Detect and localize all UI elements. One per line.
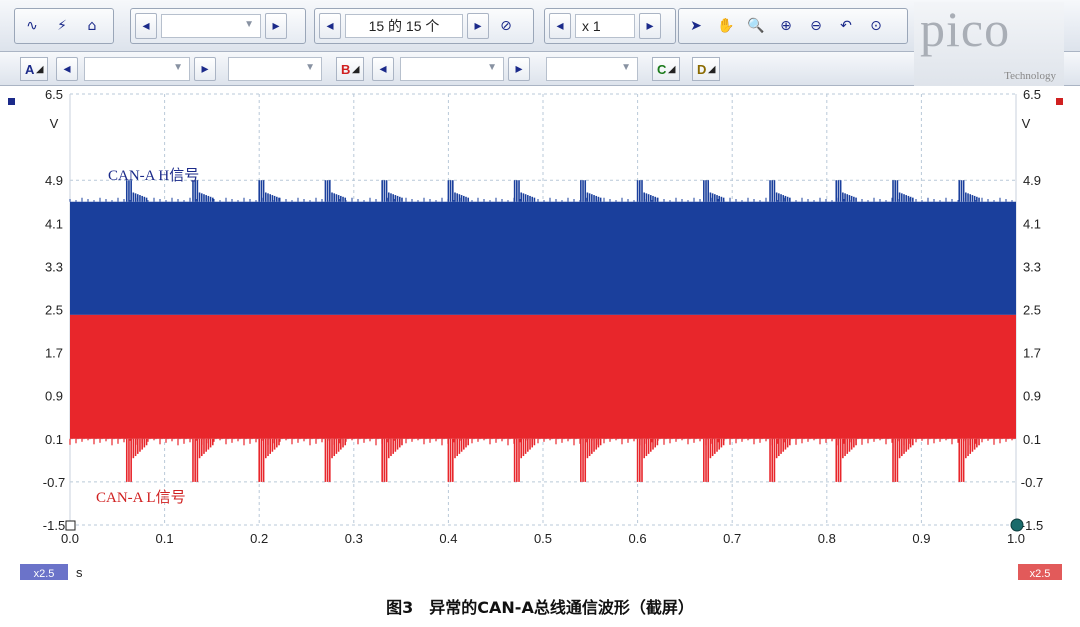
channel-b-button[interactable]: B ◢ bbox=[336, 57, 365, 81]
x-tick-label: 0.2 bbox=[250, 531, 268, 546]
scope-plot[interactable]: 0.0 0.1 0.2 0.3 0.4 0.5 0.6 0.7 0.8 0.9 1.0 6.5 6.5 4… bbox=[0, 86, 1080, 586]
x-tick-label: 0.8 bbox=[818, 531, 836, 546]
zoom-out-icon[interactable]: ⊖ bbox=[803, 13, 829, 39]
y-tick-right: 0.1 bbox=[1023, 432, 1041, 447]
next-page-icon[interactable]: ▸ bbox=[467, 13, 489, 39]
figure-caption: 图3 异常的CAN-A总线通信波形（截屏） bbox=[386, 598, 694, 617]
can-h-label: CAN-A H信号 bbox=[108, 167, 199, 184]
zoom-icon[interactable]: 🔍 bbox=[743, 13, 769, 39]
zoom-prev-icon[interactable]: ◂ bbox=[549, 13, 571, 39]
channel-a-button[interactable]: A ◢ bbox=[20, 57, 49, 81]
zoom-field[interactable]: x 1 bbox=[575, 14, 635, 38]
can-h-band bbox=[70, 201, 1016, 315]
channel-b-next-icon[interactable]: ▸ bbox=[508, 57, 530, 81]
logo-text: pico bbox=[920, 1, 1011, 57]
y-tick-right: 6.5 bbox=[1023, 87, 1041, 102]
x-tick-label: 0.7 bbox=[723, 531, 741, 546]
zoom-in-icon[interactable]: ⊕ bbox=[773, 13, 799, 39]
waveforms bbox=[69, 180, 1016, 482]
prev-arrow-icon[interactable]: ◂ bbox=[135, 13, 157, 39]
y-tick-left: 2.5 bbox=[45, 303, 63, 318]
channel-a-next-icon[interactable]: ▸ bbox=[194, 57, 216, 81]
y-tick-right: 1.7 bbox=[1023, 346, 1041, 361]
y-tick-right: -1.5 bbox=[1021, 518, 1043, 533]
channel-a-coupling-select[interactable] bbox=[228, 57, 322, 81]
y-tick-left: 6.5 bbox=[45, 87, 63, 102]
y-tick-left: 0.9 bbox=[45, 389, 63, 404]
x-tick-label: 0.6 bbox=[629, 531, 647, 546]
compass-icon[interactable]: ⊘ bbox=[493, 13, 519, 39]
x-tick-label: 0.4 bbox=[439, 531, 457, 546]
y-tick-right: 2.5 bbox=[1023, 303, 1041, 318]
channel-d-button[interactable]: D ◢ bbox=[692, 57, 721, 81]
y-tick-right: -0.7 bbox=[1021, 475, 1043, 490]
ruler-handle[interactable] bbox=[1010, 518, 1024, 532]
can-l-label: CAN-A L信号 bbox=[96, 489, 186, 506]
home-icon[interactable]: ⌂ bbox=[79, 13, 105, 39]
can-l-band bbox=[70, 314, 1016, 439]
channel-b-coupling-select[interactable] bbox=[546, 57, 638, 81]
y-tick-left: 1.7 bbox=[45, 346, 63, 361]
x-tick-label: 0.9 bbox=[912, 531, 930, 546]
x-tick-label: 0.5 bbox=[534, 531, 552, 546]
logo-subtext: Technology bbox=[1004, 70, 1056, 82]
y-tick-left: -1.5 bbox=[43, 518, 65, 533]
x-tick-label: 0.3 bbox=[345, 531, 363, 546]
y-tick-right: 4.9 bbox=[1023, 173, 1041, 188]
channel-b-axis-marker bbox=[1056, 98, 1063, 105]
prev-page-icon[interactable]: ◂ bbox=[319, 13, 341, 39]
trigger-marker[interactable] bbox=[65, 520, 76, 531]
x-unit-label: s bbox=[76, 565, 83, 580]
channel-a-label: A bbox=[25, 61, 35, 77]
channel-c-label: C bbox=[657, 61, 667, 77]
hand-icon[interactable]: ✋ bbox=[713, 13, 739, 39]
channel-a-range-select[interactable] bbox=[84, 57, 190, 81]
page-nav-group: ◂ 15 的 15 个 ▸ ⊘ bbox=[314, 8, 534, 44]
picoscope-window: ∿ ⚡ ⌂ ◂ ▸ ◂ 15 的 15 个 ▸ ⊘ ◂ x 1 ▸ ➤ ✋ 🔍 … bbox=[0, 0, 1080, 627]
zoom-next-icon[interactable]: ▸ bbox=[639, 13, 661, 39]
pointer-icon[interactable]: ➤ bbox=[683, 13, 709, 39]
right-unit-label: V bbox=[1022, 116, 1031, 131]
view-tools-group: ➤ ✋ 🔍 ⊕ ⊖ ↶ ⊙ bbox=[678, 8, 908, 44]
zoom-fit-icon[interactable]: ⊙ bbox=[863, 13, 889, 39]
waveform-icon[interactable]: ∿ bbox=[19, 13, 45, 39]
x-tick-label: 0.0 bbox=[61, 531, 79, 546]
channel-c-button[interactable]: C ◢ bbox=[652, 57, 681, 81]
x-tick-label: 1.0 bbox=[1007, 531, 1025, 546]
y-tick-left: 4.9 bbox=[45, 173, 63, 188]
pico-logo: pico Technology bbox=[914, 1, 1064, 86]
timebase-group: ◂ ▸ bbox=[130, 8, 306, 44]
next-arrow-icon[interactable]: ▸ bbox=[265, 13, 287, 39]
right-scale-badge: x2.5 bbox=[1030, 568, 1051, 580]
left-scale-badge: x2.5 bbox=[34, 568, 55, 580]
timebase-select[interactable] bbox=[161, 14, 261, 38]
undo-icon[interactable]: ↶ bbox=[833, 13, 859, 39]
page-counter[interactable]: 15 的 15 个 bbox=[345, 14, 463, 38]
tool-group-left: ∿ ⚡ ⌂ bbox=[14, 8, 114, 44]
channel-b-range-select[interactable] bbox=[400, 57, 504, 81]
wand-icon[interactable]: ⚡ bbox=[49, 13, 75, 39]
y-tick-right: 0.9 bbox=[1023, 389, 1041, 404]
channel-b-prev-icon[interactable]: ◂ bbox=[372, 57, 394, 81]
y-tick-left: -0.7 bbox=[43, 475, 65, 490]
left-unit-label: V bbox=[50, 116, 59, 131]
y-tick-left: 4.1 bbox=[45, 216, 63, 231]
x-tick-label: 0.1 bbox=[156, 531, 174, 546]
y-tick-left: 0.1 bbox=[45, 432, 63, 447]
zoom-group: ◂ x 1 ▸ bbox=[544, 8, 676, 44]
channel-d-label: D bbox=[697, 61, 707, 77]
y-tick-right: 4.1 bbox=[1023, 216, 1041, 231]
channel-a-axis-marker bbox=[8, 98, 15, 105]
y-tick-left: 3.3 bbox=[45, 259, 63, 274]
channel-b-label: B bbox=[341, 61, 351, 77]
y-tick-right: 3.3 bbox=[1023, 259, 1041, 274]
channel-a-prev-icon[interactable]: ◂ bbox=[56, 57, 78, 81]
